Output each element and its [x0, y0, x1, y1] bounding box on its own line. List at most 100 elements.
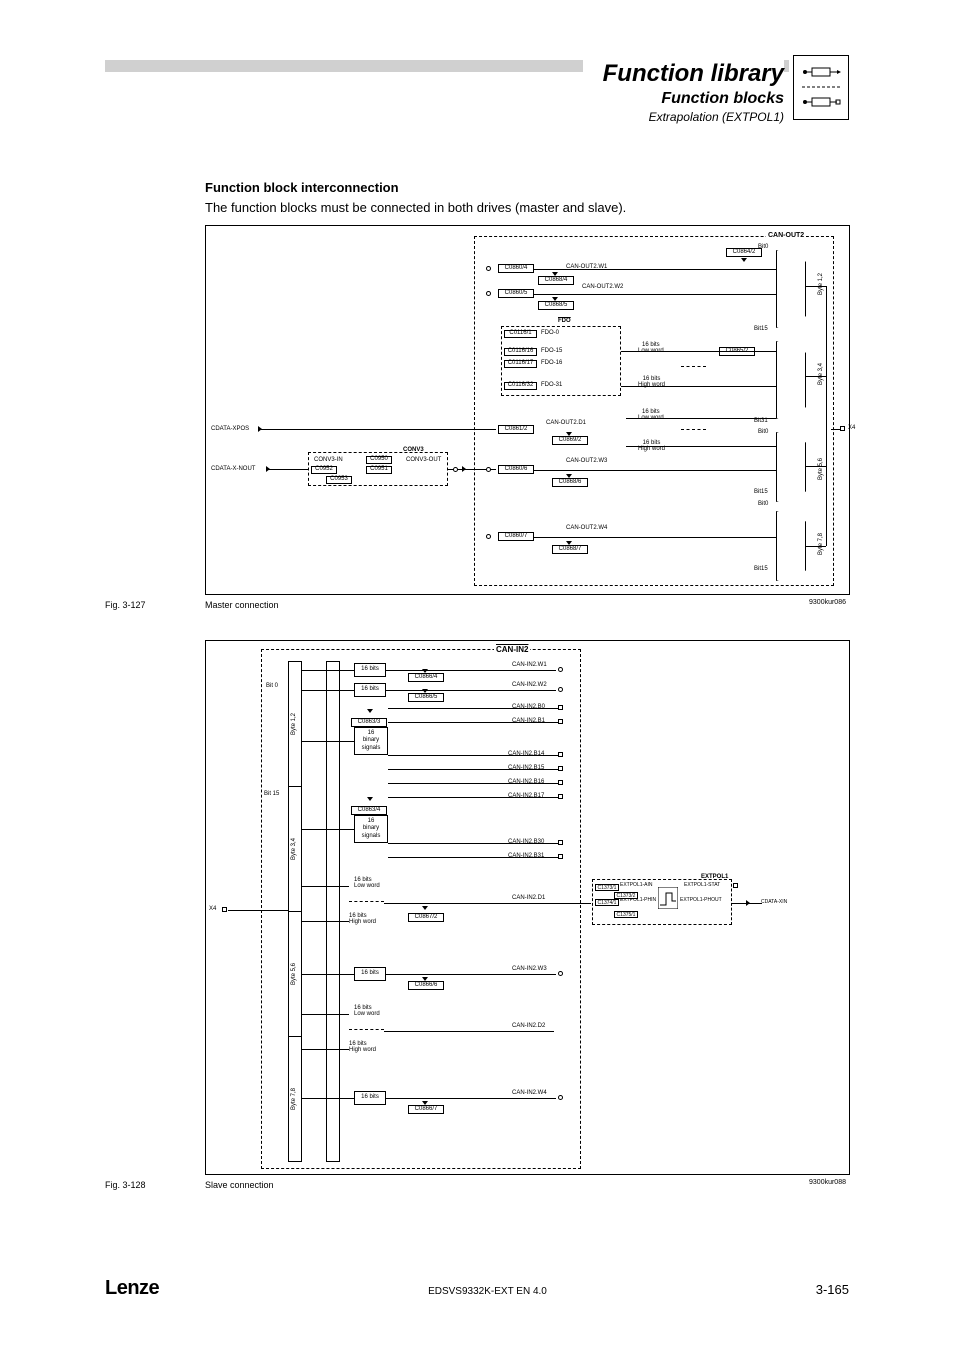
wire	[806, 376, 826, 377]
wire	[288, 1036, 302, 1037]
arrow-icon	[552, 272, 558, 276]
port	[558, 840, 563, 845]
wire	[228, 910, 266, 911]
c0867-2: C0867/2	[408, 913, 444, 922]
wire	[266, 910, 288, 911]
wire	[826, 286, 827, 546]
wire	[534, 537, 776, 538]
wire	[806, 286, 826, 287]
c0868-5: C0868/5	[538, 301, 574, 310]
arrow-icon	[422, 689, 428, 693]
bit15: Bit15	[754, 326, 768, 332]
footer: Lenze EDSVS9332K-EXT EN 4.0 3-165	[105, 1277, 849, 1300]
wire	[386, 690, 556, 691]
page-subtitle2: Extrapolation (EXTPOL1)	[603, 110, 784, 124]
doc-id: EDSVS9332K-EXT EN 4.0	[428, 1286, 547, 1297]
extpol-ain: EXTPOL1-AIN	[620, 882, 653, 888]
arrow-icon	[266, 466, 270, 472]
port-circle	[486, 467, 491, 472]
d1-s: CAN-IN2.D1	[512, 895, 545, 901]
wire	[388, 783, 558, 784]
c0860-7: C0860/7	[498, 532, 534, 541]
arrow-icon	[566, 541, 572, 545]
c0116-17: C0116/17	[504, 360, 537, 368]
wire	[621, 386, 776, 387]
figure-label-2: Fig. 3-128	[105, 1180, 146, 1190]
arrow-icon	[552, 297, 558, 301]
c0864-2: C0864/2	[726, 248, 762, 257]
wire	[288, 786, 302, 787]
d1-label: CAN-OUT2.D1	[546, 420, 586, 426]
page-number: 3-165	[816, 1282, 849, 1297]
arrow-icon	[462, 466, 466, 472]
port	[558, 705, 563, 710]
wire	[388, 857, 558, 858]
c0866-5: C0866/5	[408, 693, 444, 702]
port-circle	[486, 534, 491, 539]
w4-s: CAN-IN2.W4	[512, 1090, 547, 1096]
low-s2: 16 bits Low word	[354, 1005, 380, 1017]
wire	[326, 661, 340, 662]
figure-caption-1: Master connection	[205, 600, 279, 610]
port-circle	[486, 291, 491, 296]
figure-master-connection: 9300kur086 CDATA-XPOS CDATA-X-NOUT CONV3…	[205, 225, 850, 595]
conv3-title: CONV3	[403, 447, 424, 453]
figure-id: 9300kur086	[809, 599, 846, 606]
label-cdata-x-nout: CDATA-X-NOUT	[211, 466, 255, 472]
bits16-3: 16 bits	[354, 967, 386, 981]
port-x4-in	[222, 907, 227, 912]
port-circle	[558, 971, 563, 976]
high-s: 16 bits High word	[349, 913, 376, 925]
figure-caption-2: Slave connection	[205, 1180, 274, 1190]
extpol-stat: EXTPOL1-STAT	[684, 882, 720, 888]
fdo-title: FDO	[556, 318, 573, 324]
port-circle	[453, 467, 458, 472]
fdo-16: FDO-16	[541, 360, 562, 366]
w1-s: CAN-IN2.W1	[512, 662, 547, 668]
dashed-divider	[349, 901, 384, 902]
b16: CAN-IN2.B16	[508, 779, 544, 785]
low-word: 16 bits Low word	[638, 342, 664, 354]
c0953: C0953	[326, 476, 352, 484]
wire	[301, 670, 354, 671]
c0860-5: C0860/5	[498, 289, 534, 298]
wire	[301, 974, 354, 975]
c0868-6: C0868/6	[552, 478, 588, 487]
c0952: C0952	[311, 466, 337, 474]
wire	[301, 886, 349, 887]
mux1	[776, 250, 806, 328]
arrow-icon	[258, 426, 262, 432]
cdata-xin: CDATA-XIN	[761, 899, 787, 905]
label-x4-in: X4	[209, 906, 216, 912]
conv3-out: CONV3-OUT	[406, 457, 441, 463]
bits16-2: 16 bits	[354, 683, 386, 697]
wire	[301, 1098, 354, 1099]
mux-col	[326, 661, 327, 1161]
high-s2: 16 bits High word	[349, 1041, 376, 1053]
wire	[301, 921, 349, 922]
c1374-1: C1374/1	[595, 899, 619, 906]
w2-s: CAN-IN2.W2	[512, 682, 547, 688]
bit15c: Bit15	[754, 566, 768, 572]
wire	[268, 469, 308, 470]
wire	[301, 690, 354, 691]
wire	[261, 429, 496, 430]
dashed-divider	[681, 429, 706, 430]
bit0c: Bit0	[758, 501, 768, 507]
bin16-2: 16 binary signals	[354, 815, 388, 843]
port	[558, 752, 563, 757]
c0116-1: C0116/1	[504, 330, 537, 338]
figure-label-1: Fig. 3-127	[105, 600, 146, 610]
c1373-1: C1373/1	[595, 884, 619, 891]
byte56: Byte 5,6	[818, 458, 824, 480]
bin16-1: 16 binary signals	[354, 727, 388, 755]
b0: CAN-IN2.B0	[512, 704, 545, 710]
b1: CAN-IN2.B1	[512, 718, 545, 724]
wire	[301, 1014, 349, 1015]
c0869-2: C0869/2	[552, 436, 588, 445]
arrow-icon	[746, 900, 750, 906]
byte78: Byte 7,8	[818, 533, 824, 555]
c0860-4: C0860/4	[498, 264, 534, 273]
brand-logo: Lenze	[105, 1277, 159, 1300]
wire	[386, 1098, 556, 1099]
